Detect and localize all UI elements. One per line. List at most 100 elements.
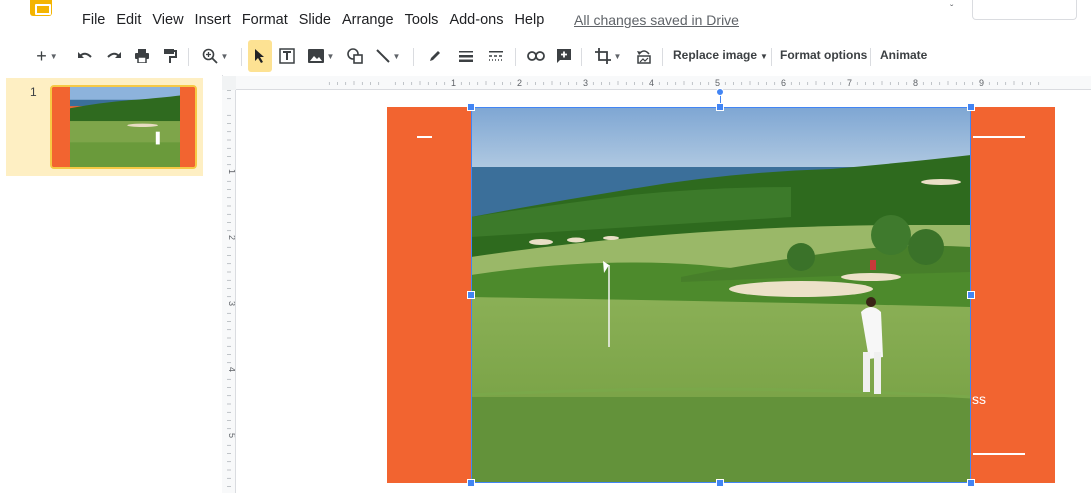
ruler-number: 3 (583, 78, 588, 88)
menu-insert[interactable]: Insert (195, 12, 231, 28)
ruler-ticks: 1 2 3 4 5 6 7 8 9 (328, 78, 1040, 88)
insert-image-button[interactable]: ▼ (304, 40, 338, 72)
caret-down-icon: ▼ (760, 52, 768, 61)
resize-handle-bottom-right[interactable] (967, 479, 975, 487)
menu-help[interactable]: Help (514, 12, 544, 28)
print-button[interactable] (131, 40, 153, 72)
menu-edit[interactable]: Edit (116, 12, 141, 28)
filmstrip-slide-1[interactable]: 1 (6, 78, 203, 176)
border-color-button[interactable] (424, 40, 446, 72)
replace-image-button[interactable]: Replace image ▼ (673, 48, 768, 62)
caret-down-icon: ▼ (49, 51, 58, 61)
text-box-icon (279, 48, 295, 64)
line-icon (375, 49, 390, 63)
menu-slide[interactable]: Slide (299, 12, 331, 28)
slide-thumbnail[interactable] (50, 85, 197, 169)
menu-tools[interactable]: Tools (405, 12, 439, 28)
format-options-button[interactable]: Format options (780, 48, 867, 62)
add-comment-button[interactable] (553, 40, 575, 72)
menu-arrange[interactable]: Arrange (342, 12, 394, 28)
resize-handle-top[interactable] (716, 103, 724, 111)
ruler-number: 3 (227, 301, 236, 306)
line-button[interactable]: ▼ (370, 40, 406, 72)
menu-bar: ˇ File Edit View Insert Format Slide Arr… (0, 0, 1091, 38)
link-icon (527, 51, 545, 61)
redo-button[interactable] (103, 40, 125, 72)
ruler-ticks: 1 2 3 4 5 (227, 90, 236, 487)
ruler-number: 4 (227, 367, 236, 372)
horizontal-ruler[interactable]: 1 2 3 4 5 6 7 8 9 (236, 76, 1091, 90)
shape-button[interactable] (344, 40, 366, 72)
border-dash-icon (489, 51, 503, 61)
crop-icon (594, 48, 611, 64)
redo-icon (107, 52, 121, 58)
filmstrip: 1 (0, 75, 222, 493)
slide-number: 1 (30, 85, 37, 99)
paint-format-button[interactable] (159, 40, 181, 72)
print-icon (135, 49, 149, 63)
ruler-number: 2 (227, 235, 236, 240)
ruler-number: 1 (227, 169, 236, 174)
cursor-arrow-icon (255, 49, 264, 63)
border-dash-button[interactable] (485, 40, 507, 72)
reset-image-icon (637, 50, 651, 64)
menu-list: File Edit View Insert Format Slide Arran… (82, 12, 555, 28)
ruler-corner (222, 76, 236, 90)
ruler-number: 1 (451, 78, 456, 88)
resize-handle-top-right[interactable] (967, 103, 975, 111)
caret-down-icon: ▼ (392, 51, 401, 61)
select-tool-button[interactable] (248, 40, 272, 72)
add-comment-icon (557, 49, 571, 63)
zoom-button[interactable]: ▼ (195, 40, 235, 72)
plus-icon: + (36, 45, 47, 66)
ruler-number: 4 (649, 78, 654, 88)
undo-button[interactable] (74, 40, 96, 72)
ruler-number: 5 (227, 433, 236, 438)
shapes-icon (347, 48, 363, 64)
ruler-number: 8 (913, 78, 918, 88)
resize-handle-bottom[interactable] (716, 479, 724, 487)
insert-link-button[interactable] (524, 40, 548, 72)
menu-addons[interactable]: Add-ons (449, 12, 503, 28)
resize-handle-left[interactable] (467, 291, 475, 299)
ruler-number: 2 (517, 78, 522, 88)
collapse-caret-icon[interactable]: ˇ (950, 4, 953, 15)
save-status-link[interactable]: All changes saved in Drive (574, 12, 739, 28)
caret-down-icon: ▼ (326, 51, 335, 61)
header-action-box[interactable] (972, 0, 1077, 20)
golf-course-image[interactable] (471, 107, 971, 483)
menu-file[interactable]: File (82, 12, 105, 28)
slides-logo-icon[interactable] (30, 0, 52, 16)
slide-body-text[interactable]: ss (972, 391, 986, 407)
ruler-number: 7 (847, 78, 852, 88)
decorative-dash (417, 136, 432, 138)
pencil-icon (430, 51, 440, 61)
vertical-ruler[interactable]: 1 2 3 4 5 (222, 90, 236, 493)
crop-button[interactable]: ▼ (588, 40, 628, 72)
caret-down-icon: ▼ (613, 51, 622, 61)
text-box-button[interactable] (276, 40, 298, 72)
decorative-line (973, 453, 1025, 455)
caret-down-icon: ▼ (220, 51, 229, 61)
ruler-number: 5 (715, 78, 720, 88)
image-icon (307, 49, 324, 63)
ruler-number: 9 (979, 78, 984, 88)
new-slide-button[interactable]: + ▼ (30, 40, 64, 72)
undo-icon (78, 52, 92, 58)
zoom-icon (202, 48, 218, 64)
rotate-handle[interactable] (716, 88, 724, 96)
border-weight-icon (459, 51, 473, 62)
resize-handle-right[interactable] (967, 291, 975, 299)
toolbar: + ▼ ▼ ▼ ▼ ▼ Replace image ▼ Format optio… (0, 40, 1091, 74)
replace-image-label: Replace image (673, 48, 758, 62)
menu-view[interactable]: View (152, 12, 183, 28)
thumbnail-golf-photo (70, 87, 180, 167)
ruler-number: 6 (781, 78, 786, 88)
paint-roller-icon (164, 49, 177, 63)
resize-handle-top-left[interactable] (467, 103, 475, 111)
border-weight-button[interactable] (455, 40, 477, 72)
menu-format[interactable]: Format (242, 12, 288, 28)
animate-button[interactable]: Animate (880, 48, 927, 62)
resize-handle-bottom-left[interactable] (467, 479, 475, 487)
reset-image-button[interactable] (633, 40, 655, 72)
